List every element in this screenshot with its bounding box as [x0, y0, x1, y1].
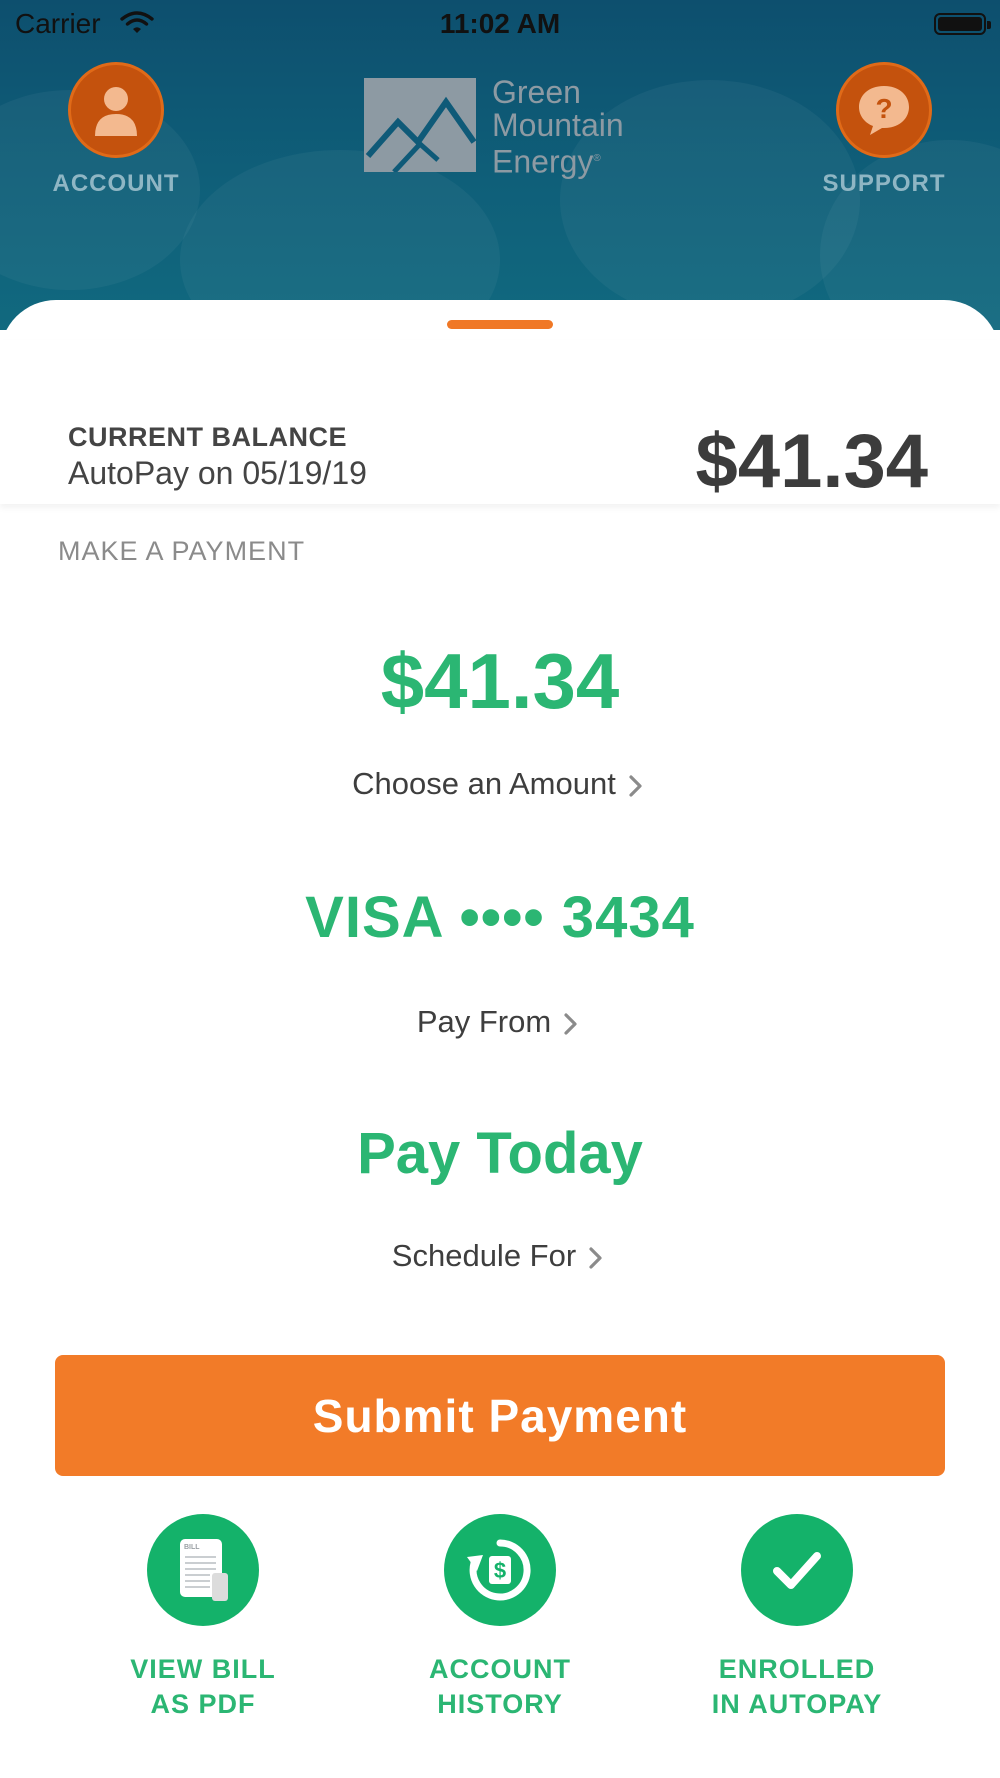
payment-amount[interactable]: $41.34 [0, 636, 1000, 727]
svg-text:?: ? [875, 93, 892, 124]
logo-line-2: Mountain [492, 107, 624, 143]
account-avatar-icon [68, 62, 164, 158]
schedule-for-label: Schedule For [391, 1238, 577, 1273]
mountain-logo-icon [364, 78, 476, 172]
chevron-right-icon [564, 1013, 577, 1035]
enrolled-autopay-label: ENROLLED IN AUTOPAY [711, 1654, 883, 1719]
sheet-grabber-handle[interactable] [447, 320, 553, 329]
checkmark-icon [741, 1514, 853, 1626]
account-label: ACCOUNT [52, 170, 180, 197]
logo-line-1: Green [492, 74, 581, 110]
app-header: Carrier 11:02 AM ACCOUNT Green Mountain … [0, 0, 1000, 330]
view-bill-pdf-button[interactable]: BILL VIEW BILL AS PDF [93, 1514, 313, 1722]
current-balance-row: CURRENT BALANCE AutoPay on 05/19/19 $41.… [0, 340, 1000, 504]
logo-wordmark: Green Mountain Energy® [492, 76, 624, 179]
pay-from-label: Pay From [416, 1004, 552, 1039]
status-time: 11:02 AM [439, 8, 561, 39]
account-history-label: ACCOUNT HISTORY [429, 1654, 571, 1719]
autopay-date: AutoPay on 05/19/19 [68, 455, 367, 491]
support-chat-icon: ? [836, 62, 932, 158]
support-button[interactable]: ? SUPPORT [804, 62, 964, 198]
current-balance-label: CURRENT BALANCE [68, 422, 347, 452]
registered-mark: ® [593, 153, 601, 164]
battery-icon [934, 13, 991, 35]
green-mountain-energy-logo: Green Mountain Energy® [364, 76, 664, 180]
support-label: SUPPORT [822, 170, 946, 197]
history-dollar-icon: $ [444, 1514, 556, 1626]
payment-sheet: CURRENT BALANCE AutoPay on 05/19/19 $41.… [0, 300, 1000, 1778]
current-balance-amount: $41.34 [695, 419, 928, 504]
logo-line-3: Energy® [492, 143, 601, 180]
choose-amount-label: Choose an Amount [352, 766, 616, 801]
account-button[interactable]: ACCOUNT [36, 62, 196, 198]
svg-text:$: $ [494, 1558, 506, 1583]
schedule-for-link[interactable]: Schedule For [0, 1238, 1000, 1274]
payment-date[interactable]: Pay Today [0, 1120, 1000, 1187]
account-history-button[interactable]: $ ACCOUNT HISTORY [390, 1514, 610, 1722]
chevron-right-icon [589, 1247, 602, 1269]
status-bar: Carrier 11:02 AM [0, 0, 1000, 50]
choose-amount-link[interactable]: Choose an Amount [0, 766, 1000, 802]
pay-from-link[interactable]: Pay From [0, 1004, 1000, 1040]
payment-card[interactable]: VISA •••• 3434 [0, 884, 1000, 951]
chevron-right-icon [629, 775, 642, 797]
bill-icon-text: BILL [184, 1544, 200, 1551]
autopay-status-button[interactable]: ENROLLED IN AUTOPAY [687, 1514, 907, 1722]
view-bill-label: VIEW BILL AS PDF [130, 1654, 276, 1719]
make-payment-title: MAKE A PAYMENT [58, 536, 306, 566]
bill-document-icon: BILL [147, 1514, 259, 1626]
submit-payment-button[interactable]: Submit Payment [55, 1355, 945, 1476]
